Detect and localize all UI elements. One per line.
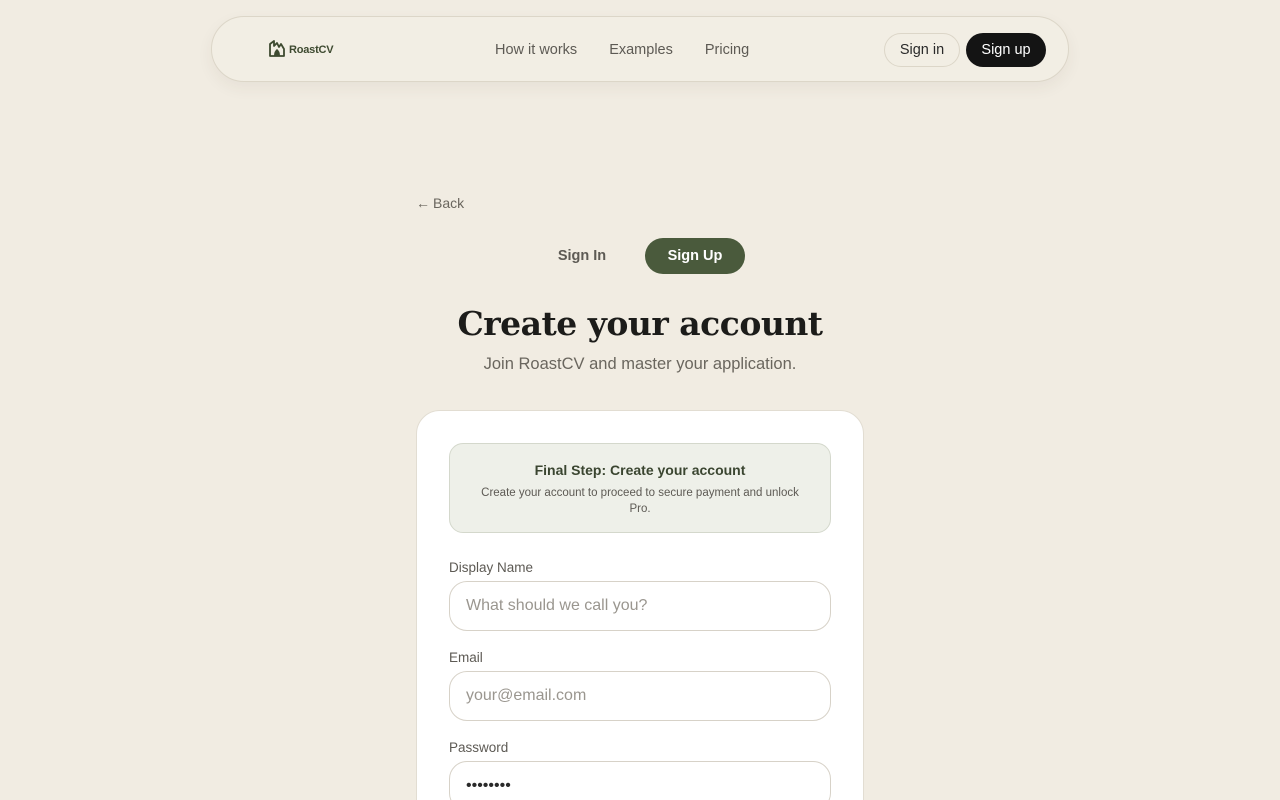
page-subtitle: Join RoastCV and master your application… <box>483 355 797 373</box>
email-label: Email <box>449 650 483 665</box>
tab-sign-in[interactable]: Sign In <box>537 238 627 274</box>
tab-sign-up[interactable]: Sign Up <box>645 238 745 274</box>
page-title: Create your account <box>457 304 823 343</box>
nav-link-pricing[interactable]: Pricing <box>705 42 749 58</box>
password-label: Password <box>449 740 509 755</box>
final-step-notice: Final Step: Create your account Create y… <box>449 443 831 533</box>
nav-link-examples[interactable]: Examples <box>609 42 673 58</box>
display-name-label: Display Name <box>449 560 534 575</box>
logo[interactable]: RoastCV <box>268 40 334 57</box>
nav-link-how-it-works[interactable]: How it works <box>495 42 577 58</box>
back-link[interactable]: ← Back <box>416 195 464 211</box>
logo-text: RoastCV <box>289 44 334 56</box>
top-navbar: RoastCV How it works Examples Pricing Si… <box>211 16 1069 82</box>
password-input[interactable] <box>449 761 831 800</box>
notice-text: Create your account to proceed to secure… <box>481 487 799 515</box>
nav-links: How it works Examples Pricing <box>495 17 749 83</box>
display-name-input[interactable] <box>449 581 831 631</box>
email-input[interactable] <box>449 671 831 721</box>
arrow-left-icon: ← <box>416 195 430 211</box>
flame-document-icon <box>268 40 286 57</box>
signup-card: Final Step: Create your account Create y… <box>416 410 864 800</box>
nav-signup-button[interactable]: Sign up <box>966 33 1046 67</box>
nav-signin-button[interactable]: Sign in <box>884 33 960 67</box>
notice-title: Final Step: Create your account <box>534 462 746 478</box>
back-label: Back <box>433 195 465 211</box>
